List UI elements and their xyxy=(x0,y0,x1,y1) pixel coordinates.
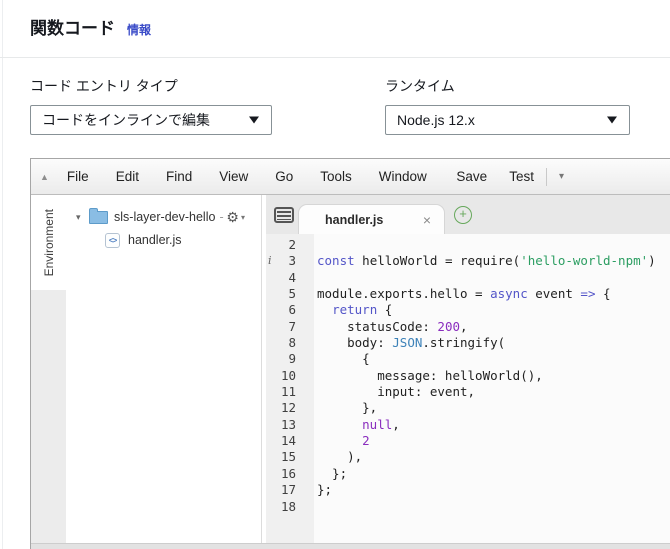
folder-label-truncation: - xyxy=(219,210,224,224)
code-line: module.exports.hello = async event => { xyxy=(317,286,611,302)
collapse-editor-icon[interactable]: ▲ xyxy=(40,172,49,182)
line-number: 9 xyxy=(288,351,296,367)
line-number: 2 xyxy=(288,237,296,252)
code-line: input: event, xyxy=(317,384,476,400)
menu-item-view[interactable]: View xyxy=(219,169,248,184)
folder-icon xyxy=(89,207,108,224)
runtime-select[interactable]: Node.js 12.x xyxy=(385,105,630,135)
code-entry-type-select[interactable]: コードをインラインで編集 xyxy=(30,105,272,135)
actions-separator xyxy=(545,167,547,186)
code-line: statusCode: 200, xyxy=(317,318,468,334)
page-title: 関数コード xyxy=(30,19,115,38)
header-divider xyxy=(0,57,670,58)
code-line: const helloWorld = require('hello-world-… xyxy=(317,253,656,269)
file-tree: ▾ sls-layer-dev-hello - ⚙ ▾ <> handler.js xyxy=(66,195,262,549)
info-link[interactable]: 情報 xyxy=(127,21,151,38)
code-area[interactable]: 2 3 i 4 5 6 7 8 9 10 11 12 13 14 15 16 17 18 const helloW… xyxy=(266,234,670,549)
editor-body: Environment ▾ sls-layer-dev-hello - ⚙ ▾ <… xyxy=(31,195,670,549)
info-marker-icon: i xyxy=(268,254,272,268)
line-number: 10 xyxy=(280,367,296,383)
code-line: }, xyxy=(317,400,378,416)
code-line: message: helloWorld(), xyxy=(317,367,543,383)
line-number: 4 xyxy=(288,269,296,285)
code-content[interactable]: const helloWorld = require('hello-world-… xyxy=(314,234,670,549)
code-line: 2 xyxy=(362,433,370,449)
code-entry-type-label: コード エントリ タイプ xyxy=(30,78,178,94)
save-button[interactable]: Save xyxy=(456,169,487,184)
runtime-label: ランタイム xyxy=(385,78,455,94)
panel-header: 関数コード 情報 xyxy=(30,14,151,39)
gear-caret-icon: ▾ xyxy=(240,212,245,222)
menu-item-window[interactable]: Window xyxy=(379,169,427,184)
line-number: 16 xyxy=(280,465,296,481)
code-line: }; xyxy=(317,465,348,481)
folder-label: sls-layer-dev-hello xyxy=(114,210,216,224)
chevron-down-icon xyxy=(607,116,617,124)
line-number: 15 xyxy=(280,449,296,465)
code-pane: handler.js × + 2 3 i 4 5 6 7 8 9 10 11 12 13 14 15 16 17… xyxy=(266,195,670,549)
tab-handler-js[interactable]: handler.js × xyxy=(298,204,445,234)
editor-bottom-bar xyxy=(31,543,670,549)
function-code-panel: 関数コード 情報 コード エントリ タイプ コードをインラインで編集 ランタイム… xyxy=(0,0,670,549)
menu-item-find[interactable]: Find xyxy=(166,169,192,184)
editor-menu: File Edit Find View Go Tools Window xyxy=(67,169,427,184)
tab-bar: handler.js × + xyxy=(266,195,670,234)
chevron-expanded-icon[interactable]: ▾ xyxy=(76,212,89,223)
file-label: handler.js xyxy=(128,233,182,247)
test-button[interactable]: Test xyxy=(509,169,534,184)
code-editor: ▲ File Edit Find View Go Tools Window Save Tes… xyxy=(30,158,670,549)
line-number: 14 xyxy=(280,433,296,449)
runtime-field: ランタイム Node.js 12.x xyxy=(385,76,630,135)
menu-item-tools[interactable]: Tools xyxy=(320,169,352,184)
editor-menubar: ▲ File Edit Find View Go Tools Window Save Tes… xyxy=(31,159,670,195)
line-number: 5 xyxy=(288,286,296,302)
line-number: 7 xyxy=(288,318,296,334)
menu-item-go[interactable]: Go xyxy=(275,169,293,184)
environment-tab-label: Environment xyxy=(41,208,56,277)
line-number: 6 xyxy=(288,302,296,318)
editor-actions: Save Test ▾ xyxy=(456,167,564,186)
line-number-gutter: 2 3 i 4 5 6 7 8 9 10 11 12 13 14 15 16 17 18 xyxy=(266,234,314,549)
line-number: 12 xyxy=(280,400,296,416)
panel-left-border xyxy=(2,0,3,549)
close-tab-icon[interactable]: × xyxy=(423,212,431,228)
chevron-down-icon xyxy=(249,116,259,124)
menu-item-file[interactable]: File xyxy=(67,169,89,184)
code-entry-type-field: コード エントリ タイプ コードをインラインで編集 xyxy=(30,76,272,135)
code-line: { xyxy=(317,351,370,367)
tree-folder-row[interactable]: ▾ sls-layer-dev-hello - ⚙ ▾ xyxy=(66,206,261,228)
code-line: null, xyxy=(362,416,400,432)
runtime-value: Node.js 12.x xyxy=(397,112,475,128)
tab-label: handler.js xyxy=(325,212,384,227)
code-line: body: JSON.stringify( xyxy=(317,335,506,351)
side-tab-strip: Environment xyxy=(31,195,66,549)
test-dropdown-icon[interactable]: ▾ xyxy=(559,171,564,182)
line-number: 8 xyxy=(288,335,296,351)
tab-list-icon[interactable] xyxy=(274,206,294,223)
line-number: 11 xyxy=(280,384,296,400)
gear-icon[interactable]: ⚙ ▾ xyxy=(226,209,245,226)
code-line: }; xyxy=(317,482,333,498)
code-line: return { xyxy=(332,302,393,318)
tab-environment[interactable]: Environment xyxy=(31,195,66,290)
code-line: ), xyxy=(317,449,363,465)
tree-file-row[interactable]: <> handler.js xyxy=(66,229,261,251)
line-number: 13 xyxy=(280,416,296,432)
menu-item-edit[interactable]: Edit xyxy=(116,169,139,184)
js-file-icon: <> xyxy=(105,232,120,248)
line-number: 17 xyxy=(280,482,296,498)
line-number: 18 xyxy=(280,498,296,514)
new-tab-icon[interactable]: + xyxy=(454,205,472,224)
code-entry-type-value: コードをインラインで編集 xyxy=(42,112,210,128)
line-number: 3i xyxy=(268,253,296,269)
